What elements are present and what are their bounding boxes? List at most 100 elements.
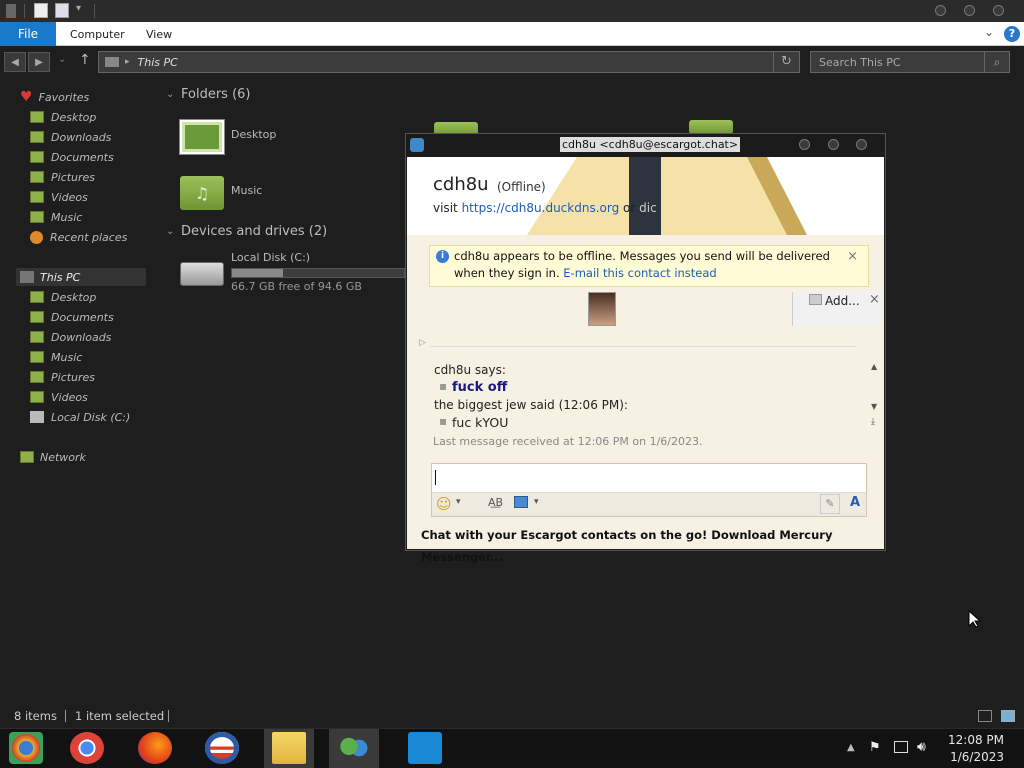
sidebar-item-label: Videos — [51, 190, 88, 204]
minimize-button[interactable] — [935, 5, 946, 16]
pencil-icon[interactable]: ✎ — [820, 494, 840, 514]
tab-view[interactable]: View — [146, 22, 172, 46]
sidebar-this-pc[interactable]: This PC — [20, 268, 80, 286]
drive-name[interactable]: Local Disk (C:) — [231, 251, 310, 264]
network-icon[interactable] — [894, 741, 908, 753]
visit-prefix: visit — [433, 201, 458, 215]
new-folder-icon[interactable] — [55, 3, 69, 18]
obama-logo-icon[interactable] — [205, 732, 239, 764]
visit-link[interactable]: https://cdh8u.duckdns.org — [462, 201, 620, 215]
flag-icon[interactable]: ⚑ — [869, 740, 881, 755]
sidebar-item-local-disk[interactable]: Local Disk (C:) — [30, 408, 130, 426]
folder-label[interactable]: Desktop — [231, 128, 276, 141]
details-view-icon[interactable] — [978, 710, 992, 722]
chat-close-button[interactable] — [856, 139, 867, 150]
address-bar[interactable]: ▸ This PC — [98, 51, 800, 73]
folder-icon[interactable] — [689, 120, 733, 134]
volume-icon[interactable]: 🔊︎ — [917, 739, 926, 755]
add-contact-button[interactable]: Add... — [809, 294, 860, 308]
up-arrow-icon[interactable]: ↑ — [79, 52, 91, 68]
message-input[interactable]: ☺ ▾ A͟B ▾ ✎ A — [431, 463, 867, 517]
videos-icon — [30, 191, 44, 203]
sidebar-item-music[interactable]: Music — [30, 348, 82, 366]
explorer-titlebar — [0, 0, 1024, 22]
chrome-canary-icon[interactable] — [9, 732, 43, 764]
collapse-icon[interactable]: ⌄ — [166, 226, 174, 237]
sidebar-item-downloads[interactable]: Downloads — [30, 128, 111, 146]
chevron-down-icon[interactable]: ⌄ — [984, 25, 994, 39]
sidebar-item-music[interactable]: Music — [30, 208, 82, 226]
chevron-down-icon[interactable]: ▾ — [76, 3, 81, 14]
chat-minimize-button[interactable] — [799, 139, 810, 150]
close-icon[interactable]: × — [869, 292, 880, 307]
tab-file[interactable]: File — [0, 22, 56, 46]
clock-time[interactable]: 12:08 PM — [940, 733, 1004, 747]
scroll-down-icon[interactable]: ▼ — [871, 402, 877, 411]
help-icon[interactable]: ? — [1004, 26, 1020, 42]
show-hidden-icons[interactable]: ▲ — [847, 742, 855, 753]
sidebar-item-pictures[interactable]: Pictures — [30, 368, 95, 386]
search-icon[interactable]: ⌕ — [984, 52, 1009, 72]
disk-icon — [30, 411, 44, 423]
emoticon-icon[interactable]: ☺ — [436, 495, 452, 513]
chat-ad-footer[interactable]: Chat with your Escargot contacts on the … — [407, 524, 884, 564]
this-pc-icon — [105, 57, 119, 67]
back-button[interactable]: ◀ — [4, 52, 26, 72]
email-contact-link[interactable]: E-mail this contact instead — [563, 266, 716, 280]
separator — [94, 4, 95, 18]
music-folder-icon[interactable]: ♫ — [180, 176, 224, 210]
message-scrollbar[interactable]: ▲ ▼ ⤓ — [869, 362, 881, 430]
scroll-end-icon[interactable]: ⤓ — [871, 417, 875, 427]
sidebar-item-downloads[interactable]: Downloads — [30, 328, 111, 346]
chevron-down-icon[interactable]: ▾ — [456, 497, 461, 507]
close-icon[interactable]: × — [847, 248, 858, 265]
scroll-up-icon[interactable]: ▲ — [871, 362, 877, 371]
messenger-icon[interactable] — [337, 732, 371, 764]
sidebar-item-videos[interactable]: Videos — [30, 188, 88, 206]
sidebar-item-documents[interactable]: Documents — [30, 308, 114, 326]
forward-button[interactable]: ▶ — [28, 52, 50, 72]
close-button[interactable] — [993, 5, 1004, 16]
folder-label[interactable]: Music — [231, 184, 262, 197]
firefox-icon[interactable] — [138, 732, 172, 764]
sidebar-item-desktop[interactable]: Desktop — [30, 108, 96, 126]
refresh-icon[interactable]: ↻ — [773, 52, 799, 72]
chevron-right-icon[interactable]: ▸ — [125, 57, 130, 67]
remote-app-icon[interactable] — [408, 732, 442, 764]
chrome-icon[interactable] — [70, 732, 104, 764]
sidebar-favorites[interactable]: ♥ Favorites — [20, 88, 89, 106]
sidebar-item-documents[interactable]: Documents — [30, 148, 114, 166]
collapse-icon[interactable]: ⌄ — [166, 89, 174, 100]
font-icon[interactable]: A͟B — [488, 496, 503, 509]
drive-usage-bar — [231, 268, 405, 278]
search-input[interactable]: Search This PC — [810, 51, 1010, 73]
app-icon[interactable] — [6, 4, 16, 18]
contact-banner — [407, 157, 884, 235]
sidebar-item-videos[interactable]: Videos — [30, 388, 88, 406]
file-explorer-icon[interactable] — [272, 732, 306, 764]
properties-icon[interactable] — [34, 3, 48, 18]
recent-locations-icon[interactable]: ⌄ — [58, 54, 66, 65]
large-icons-view-icon[interactable] — [1001, 710, 1015, 722]
add-label: Add... — [825, 294, 860, 308]
expand-icon[interactable]: ▷ — [419, 338, 426, 348]
sidebar-network[interactable]: Network — [20, 448, 86, 466]
visit-or: or — [623, 201, 636, 215]
sidebar-item-recent-places[interactable]: Recent places — [30, 228, 127, 246]
tab-computer[interactable]: Computer — [70, 22, 125, 46]
avatar[interactable] — [588, 292, 616, 326]
sidebar-item-desktop[interactable]: Desktop — [30, 288, 96, 306]
chevron-down-icon[interactable]: ▾ — [534, 497, 539, 507]
drive-usage-fill — [232, 269, 283, 277]
hard-drive-icon[interactable] — [180, 262, 224, 286]
sidebar-item-pictures[interactable]: Pictures — [30, 168, 95, 186]
music-icon — [30, 211, 44, 223]
desktop-folder-icon[interactable] — [180, 120, 224, 154]
text-format-icon[interactable]: A — [850, 495, 860, 510]
background-icon[interactable] — [514, 496, 528, 508]
maximize-button[interactable] — [964, 5, 975, 16]
clock-date[interactable]: 1/6/2023 — [940, 750, 1004, 764]
separator — [65, 710, 66, 722]
heart-icon: ♥ — [20, 89, 33, 105]
chat-maximize-button[interactable] — [828, 139, 839, 150]
